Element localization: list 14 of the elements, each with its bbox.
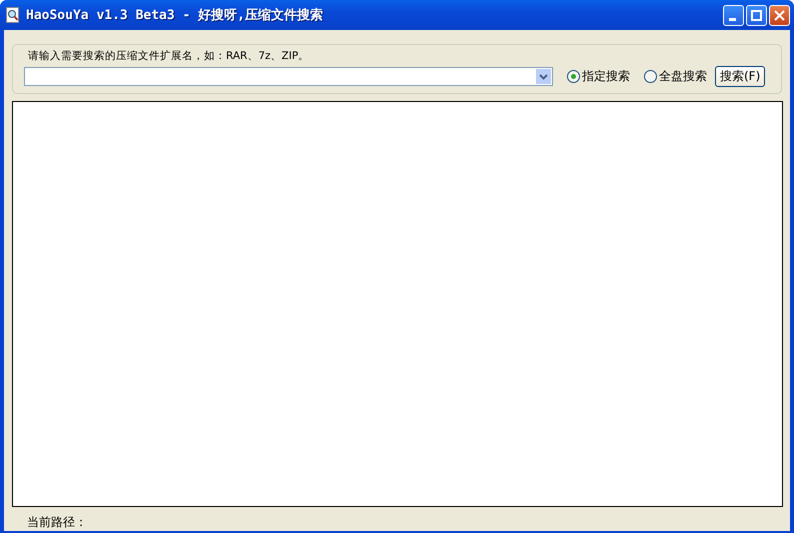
magnifier-icon (6, 7, 20, 23)
radio-option[interactable]: 指定搜索 (567, 68, 630, 85)
maximize-icon (751, 10, 762, 20)
search-label: 请输入需要搜索的压缩文件扩展名，如：RAR、7z、ZIP。 (27, 49, 310, 63)
close-icon (774, 10, 785, 20)
radio-option[interactable]: 全盘搜索 (644, 68, 707, 85)
extension-combobox[interactable] (24, 67, 553, 86)
search-button[interactable]: 搜索(F) (715, 66, 766, 87)
window-title: HaoSouYa v1.3 Beta3 - 好搜呀,压缩文件搜索 (26, 6, 324, 24)
minimize-icon (728, 18, 736, 20)
maximize-button[interactable] (746, 4, 767, 26)
minimize-button[interactable] (723, 4, 744, 26)
close-button[interactable] (769, 4, 790, 26)
current-path-label: 当前路径： (26, 514, 88, 531)
